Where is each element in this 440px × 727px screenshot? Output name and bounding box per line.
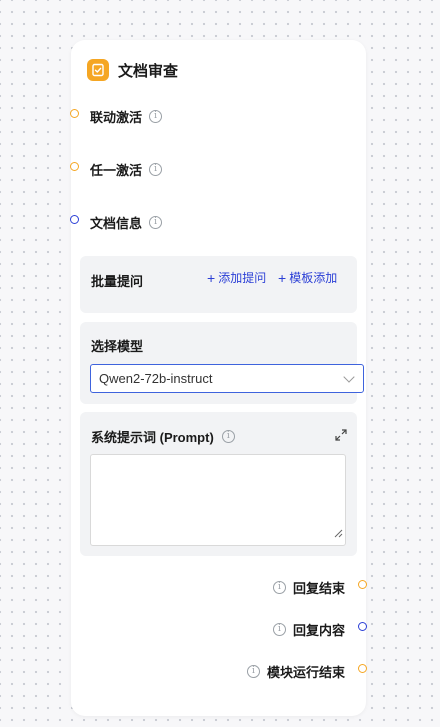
output-port-reply-end[interactable] — [358, 580, 367, 589]
output-label: 模块运行结束 — [266, 665, 345, 680]
input-port-linked-activate[interactable] — [70, 109, 79, 118]
prompt-panel: 系统提示词 (Prompt) i — [80, 412, 357, 556]
template-add-label: 模板添加 — [289, 271, 338, 285]
template-add-button[interactable]: + 模板添加 — [278, 269, 337, 286]
input-port-document-info[interactable] — [70, 215, 79, 224]
output-port-reply-content[interactable] — [358, 622, 367, 631]
info-icon[interactable]: i — [221, 430, 235, 443]
add-question-button[interactable]: + 添加提问 — [207, 269, 266, 286]
model-select-value: Qwen2-72b-instruct — [99, 371, 213, 386]
node-header: 文档审查 — [87, 59, 178, 81]
input-port-any-activate[interactable] — [70, 162, 79, 171]
prompt-textarea[interactable] — [90, 454, 346, 546]
output-reply-content: i 回复内容 — [272, 620, 345, 639]
resize-handle-icon[interactable] — [334, 525, 343, 543]
expand-icon[interactable] — [335, 428, 347, 446]
input-label: 联动激活 — [90, 110, 143, 125]
input-any-activate: 任一激活 i — [90, 160, 163, 179]
prompt-title: 系统提示词 (Prompt) — [91, 430, 214, 445]
batch-question-title: 批量提问 — [91, 274, 144, 289]
input-label: 任一激活 — [90, 163, 143, 178]
info-icon[interactable]: i — [149, 110, 163, 123]
model-panel: 选择模型 Qwen2-72b-instruct — [80, 322, 364, 404]
output-label: 回复内容 — [292, 623, 345, 638]
output-label: 回复结束 — [292, 581, 345, 596]
output-reply-end: i 回复结束 — [272, 578, 345, 597]
info-icon[interactable]: i — [149, 163, 163, 176]
input-document-info: 文档信息 i — [90, 213, 163, 232]
chevron-down-icon — [343, 370, 355, 383]
info-icon[interactable]: i — [149, 216, 163, 229]
prompt-title-row: 系统提示词 (Prompt) i — [91, 427, 235, 446]
info-icon[interactable]: i — [272, 581, 286, 594]
plus-icon: + — [278, 269, 287, 286]
batch-question-panel: 批量提问 + 添加提问 + 模板添加 — [80, 256, 357, 313]
model-select[interactable]: Qwen2-72b-instruct — [90, 364, 364, 393]
info-icon[interactable]: i — [246, 665, 260, 678]
node-title: 文档审查 — [118, 62, 179, 80]
output-module-end: i 模块运行结束 — [246, 662, 345, 681]
node-card[interactable]: 文档审查 联动激活 i 任一激活 i 文档信息 i 批量提问 + 添加提问 + … — [70, 40, 367, 716]
model-title: 选择模型 — [91, 339, 144, 354]
output-port-module-end[interactable] — [358, 664, 367, 673]
add-question-label: 添加提问 — [218, 271, 267, 285]
input-linked-activate: 联动激活 i — [90, 107, 163, 126]
input-label: 文档信息 — [90, 216, 143, 231]
document-check-icon — [87, 59, 109, 81]
plus-icon: + — [207, 269, 216, 286]
info-icon[interactable]: i — [272, 623, 286, 636]
